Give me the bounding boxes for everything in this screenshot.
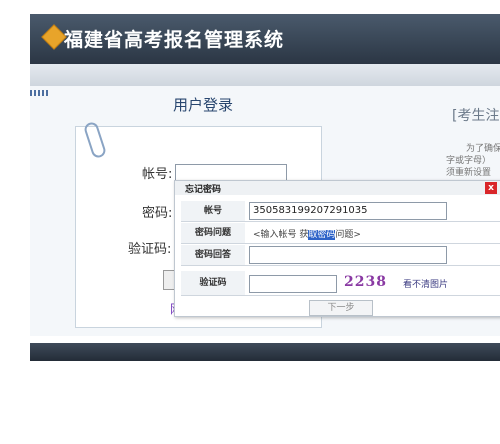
captcha-label: 验证码: bbox=[128, 242, 172, 257]
row-account: 帐号 350583199207291035 bbox=[181, 201, 500, 222]
account-value: 350583199207291035 bbox=[253, 205, 368, 216]
refresh-captcha-link[interactable]: 看不清图片 bbox=[403, 277, 448, 290]
answer-field[interactable] bbox=[249, 246, 447, 264]
question-value: <输入帐号 获取密码问题> bbox=[253, 227, 361, 240]
stripes-decoration bbox=[30, 90, 48, 96]
question-prefix: <输入帐号 获 bbox=[253, 230, 309, 240]
row-label: 帐号 bbox=[181, 201, 245, 221]
question-highlight: 取密码 bbox=[308, 230, 336, 240]
row-question: 密码问题 <输入帐号 获取密码问题> bbox=[181, 223, 500, 244]
register-title: [考生注 bbox=[452, 108, 500, 124]
dialog-title: 忘记密码 bbox=[185, 185, 222, 195]
register-text: 须重新设置 bbox=[446, 168, 492, 178]
row-captcha: 验证码 2238 看不清图片 bbox=[181, 271, 500, 296]
captcha-field[interactable] bbox=[249, 275, 337, 293]
dialog-header: 忘记密码 x bbox=[175, 181, 500, 195]
row-label: 验证码 bbox=[181, 271, 245, 295]
footer-bar bbox=[30, 343, 500, 361]
next-button[interactable]: 下一步 bbox=[309, 300, 373, 316]
captcha-image[interactable]: 2238 bbox=[344, 274, 387, 290]
logo-icon bbox=[41, 24, 67, 50]
sub-bar bbox=[30, 64, 500, 86]
question-suffix: 问题> bbox=[335, 230, 361, 240]
close-icon[interactable]: x bbox=[485, 182, 497, 194]
login-title: 用户登录 bbox=[173, 96, 234, 114]
account-label: 帐号: bbox=[142, 167, 173, 182]
app-header: 福建省高考报名管理系统 bbox=[30, 14, 500, 64]
row-label: 密码回答 bbox=[181, 245, 245, 265]
forgot-password-dialog: 忘记密码 x 帐号 350583199207291035 密码问题 <输入帐号 … bbox=[174, 180, 500, 317]
row-answer: 密码回答 bbox=[181, 245, 500, 266]
system-title: 福建省高考报名管理系统 bbox=[64, 29, 285, 51]
password-label: 密码: bbox=[142, 206, 173, 221]
row-label: 密码问题 bbox=[181, 223, 245, 243]
